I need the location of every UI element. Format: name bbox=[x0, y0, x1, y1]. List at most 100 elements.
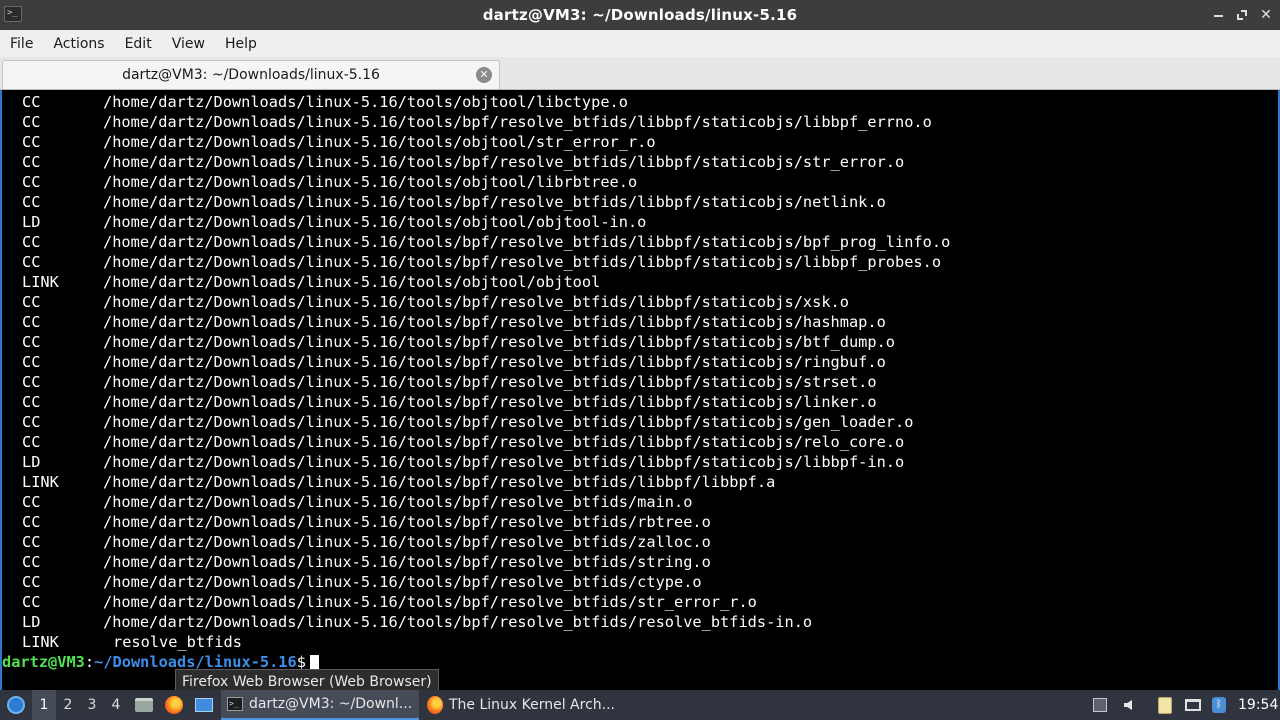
build-step-tag: CC bbox=[22, 373, 41, 391]
tab-close-icon[interactable]: ✕ bbox=[476, 67, 492, 83]
start-menu-button[interactable] bbox=[4, 690, 28, 720]
minimize-icon bbox=[1213, 15, 1223, 17]
network-tray[interactable] bbox=[1182, 690, 1204, 720]
tab-bar: dartz@VM3: ~/Downloads/linux-5.16 ✕ bbox=[0, 57, 1280, 90]
tab-label: dartz@VM3: ~/Downloads/linux-5.16 bbox=[122, 67, 380, 83]
file-manager-icon bbox=[135, 698, 153, 712]
show-desktop-icon bbox=[195, 698, 213, 712]
build-step-path: /home/dartz/Downloads/linux-5.16/tools/b… bbox=[103, 493, 693, 511]
menubar: File Actions Edit View Help bbox=[0, 30, 1280, 57]
build-step-tag: CC bbox=[22, 513, 41, 531]
build-step-path: resolve_btfids bbox=[113, 633, 242, 651]
build-step-tag: LD bbox=[22, 453, 41, 471]
task-firefox[interactable]: The Linux Kernel Arch... bbox=[421, 690, 621, 720]
build-step-path: /home/dartz/Downloads/linux-5.16/tools/b… bbox=[103, 333, 896, 351]
prompt-separator: : bbox=[84, 653, 95, 671]
build-step-path: /home/dartz/Downloads/linux-5.16/tools/b… bbox=[103, 113, 932, 131]
volume-icon bbox=[1124, 700, 1132, 710]
terminal-line: CC/home/dartz/Downloads/linux-5.16/tools… bbox=[2, 432, 1278, 452]
file-manager-launcher[interactable] bbox=[131, 690, 157, 720]
window-titlebar[interactable]: >_ dartz@VM3: ~/Downloads/linux-5.16 ✕ bbox=[0, 0, 1280, 30]
task-terminal[interactable]: >_ dartz@VM3: ~/Downl... bbox=[221, 690, 419, 720]
build-step-tag: CC bbox=[22, 413, 41, 431]
build-step-tag: LINK bbox=[22, 633, 59, 651]
terminal-line: CC/home/dartz/Downloads/linux-5.16/tools… bbox=[2, 552, 1278, 572]
build-step-path: /home/dartz/Downloads/linux-5.16/tools/b… bbox=[103, 373, 877, 391]
build-step-tag: CC bbox=[22, 153, 41, 171]
clipboard-icon bbox=[1158, 696, 1172, 714]
terminal-line: CC/home/dartz/Downloads/linux-5.16/tools… bbox=[2, 232, 1278, 252]
build-step-tag: LD bbox=[22, 613, 41, 631]
build-step-path: /home/dartz/Downloads/linux-5.16/tools/b… bbox=[103, 233, 951, 251]
minimize-button[interactable] bbox=[1212, 9, 1224, 21]
build-step-tag: CC bbox=[22, 233, 41, 251]
build-step-path: /home/dartz/Downloads/linux-5.16/tools/b… bbox=[103, 473, 776, 491]
terminal-line: CC/home/dartz/Downloads/linux-5.16/tools… bbox=[2, 152, 1278, 172]
workspace-1[interactable]: 1 bbox=[32, 690, 56, 720]
build-step-tag: LD bbox=[22, 213, 41, 231]
taskbar: 1 2 3 4 >_ dartz@VM3: ~/Downl... The Lin… bbox=[0, 690, 1280, 720]
build-step-path: /home/dartz/Downloads/linux-5.16/tools/b… bbox=[103, 453, 905, 471]
build-step-path: /home/dartz/Downloads/linux-5.16/tools/b… bbox=[103, 593, 757, 611]
build-step-tag: CC bbox=[22, 593, 41, 611]
terminal-icon[interactable]: >_ bbox=[4, 6, 22, 22]
firefox-icon bbox=[165, 696, 183, 714]
build-step-tag: CC bbox=[22, 493, 41, 511]
terminal-output[interactable]: CC/home/dartz/Downloads/linux-5.16/tools… bbox=[0, 90, 1280, 690]
show-desktop-launcher[interactable] bbox=[191, 690, 217, 720]
terminal-line: LINK/home/dartz/Downloads/linux-5.16/too… bbox=[2, 272, 1278, 292]
terminal-line: CC/home/dartz/Downloads/linux-5.16/tools… bbox=[2, 392, 1278, 412]
prompt-user-host: dartz@VM3 bbox=[2, 653, 85, 671]
clock[interactable]: 19:54 bbox=[1238, 690, 1278, 720]
workspace-2[interactable]: 2 bbox=[56, 690, 80, 720]
build-step-path: /home/dartz/Downloads/linux-5.16/tools/o… bbox=[103, 173, 638, 191]
bluetooth-tray[interactable]: ᛒ bbox=[1208, 690, 1230, 720]
clipboard-tray[interactable] bbox=[1154, 690, 1176, 720]
window-title: dartz@VM3: ~/Downloads/linux-5.16 bbox=[482, 6, 798, 24]
build-step-tag: CC bbox=[22, 353, 41, 371]
menu-edit[interactable]: Edit bbox=[115, 36, 162, 52]
terminal-line: LD/home/dartz/Downloads/linux-5.16/tools… bbox=[2, 612, 1278, 632]
terminal-line: CC/home/dartz/Downloads/linux-5.16/tools… bbox=[2, 132, 1278, 152]
maximize-button[interactable] bbox=[1236, 9, 1248, 21]
build-step-path: /home/dartz/Downloads/linux-5.16/tools/b… bbox=[103, 393, 877, 411]
build-step-path: /home/dartz/Downloads/linux-5.16/tools/b… bbox=[103, 313, 886, 331]
updates-tray[interactable] bbox=[1089, 690, 1111, 720]
menu-actions[interactable]: Actions bbox=[43, 36, 114, 52]
build-step-tag: CC bbox=[22, 553, 41, 571]
build-step-tag: CC bbox=[22, 113, 41, 131]
task-firefox-label: The Linux Kernel Arch... bbox=[448, 697, 615, 713]
terminal-line: CC/home/dartz/Downloads/linux-5.16/tools… bbox=[2, 412, 1278, 432]
build-step-tag: CC bbox=[22, 393, 41, 411]
terminal-line: CC/home/dartz/Downloads/linux-5.16/tools… bbox=[2, 92, 1278, 112]
terminal-line: CC/home/dartz/Downloads/linux-5.16/tools… bbox=[2, 172, 1278, 192]
volume-tray[interactable] bbox=[1117, 690, 1139, 720]
build-step-tag: CC bbox=[22, 93, 41, 111]
menu-globe-icon bbox=[7, 696, 25, 714]
build-step-path: /home/dartz/Downloads/linux-5.16/tools/b… bbox=[103, 253, 942, 271]
window-controls: ✕ bbox=[1212, 0, 1272, 30]
terminal-line: CC/home/dartz/Downloads/linux-5.16/tools… bbox=[2, 252, 1278, 272]
menu-view[interactable]: View bbox=[162, 36, 215, 52]
menu-file[interactable]: File bbox=[0, 36, 43, 52]
terminal-line: CC/home/dartz/Downloads/linux-5.16/tools… bbox=[2, 352, 1278, 372]
workspace-4[interactable]: 4 bbox=[104, 690, 128, 720]
terminal-line: LD/home/dartz/Downloads/linux-5.16/tools… bbox=[2, 212, 1278, 232]
workspace-3[interactable]: 3 bbox=[80, 690, 104, 720]
build-step-path: /home/dartz/Downloads/linux-5.16/tools/b… bbox=[103, 553, 711, 571]
build-step-tag: CC bbox=[22, 433, 41, 451]
build-step-tag: CC bbox=[22, 313, 41, 331]
firefox-launcher[interactable] bbox=[161, 690, 187, 720]
close-button[interactable]: ✕ bbox=[1260, 7, 1272, 23]
build-step-path: /home/dartz/Downloads/linux-5.16/tools/b… bbox=[103, 613, 813, 631]
bluetooth-icon: ᛒ bbox=[1212, 697, 1226, 713]
build-step-tag: LINK bbox=[22, 273, 59, 291]
close-icon: ✕ bbox=[1260, 7, 1272, 23]
tab-terminal[interactable]: dartz@VM3: ~/Downloads/linux-5.16 ✕ bbox=[2, 60, 500, 89]
menu-help[interactable]: Help bbox=[215, 36, 267, 52]
build-step-tag: CC bbox=[22, 293, 41, 311]
build-step-path: /home/dartz/Downloads/linux-5.16/tools/b… bbox=[103, 153, 905, 171]
build-step-path: /home/dartz/Downloads/linux-5.16/tools/o… bbox=[103, 213, 647, 231]
build-step-path: /home/dartz/Downloads/linux-5.16/tools/o… bbox=[103, 273, 601, 291]
terminal-line: CC/home/dartz/Downloads/linux-5.16/tools… bbox=[2, 192, 1278, 212]
